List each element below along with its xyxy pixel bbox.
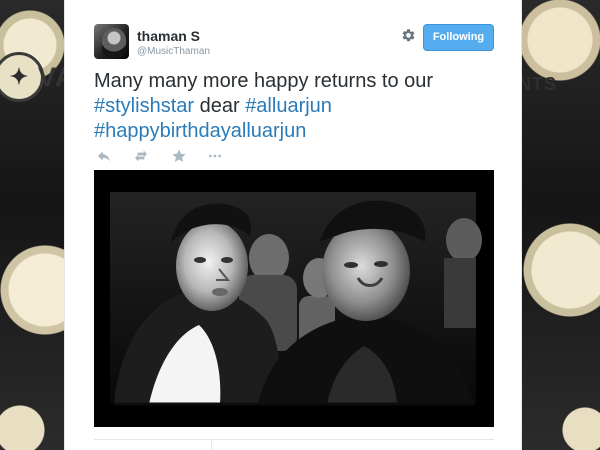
tweet-footer-column-divider xyxy=(211,440,212,450)
star-icon[interactable] xyxy=(170,148,188,164)
tweet-actions xyxy=(95,148,230,164)
retweet-icon[interactable] xyxy=(132,148,150,164)
tweet-text-middle: dear xyxy=(194,95,246,117)
more-icon[interactable] xyxy=(206,148,224,164)
tweet-card: thaman S @MusicThaman Following Many man… xyxy=(64,0,522,450)
tweet-photo[interactable] xyxy=(94,170,494,427)
tweet-text: Many many more happy returns to our #sty… xyxy=(94,69,484,144)
author-avatar[interactable] xyxy=(94,24,129,59)
hashtag-stylishstar-link[interactable]: #stylishstar xyxy=(94,95,194,117)
tweet-text-intro: Many many more happy returns to our xyxy=(94,70,434,92)
tweet-footer-divider xyxy=(94,439,494,440)
screenshot-stage: ✦ VA NTS thaman S @MusicThaman Following… xyxy=(0,0,600,450)
author-name[interactable]: thaman S xyxy=(137,28,200,44)
gear-icon[interactable] xyxy=(401,28,416,43)
hashtag-alluarjun-link[interactable]: #alluarjun xyxy=(245,95,332,117)
hashtag-happybirthdayalluarjun-link[interactable]: #happybirthdayalluarjun xyxy=(94,120,306,142)
reply-icon[interactable] xyxy=(95,148,113,164)
avatar-person-icon xyxy=(102,28,126,57)
author-handle[interactable]: @MusicThaman xyxy=(137,46,210,57)
following-button[interactable]: Following xyxy=(423,24,494,51)
background-brand-text-right: NTS xyxy=(518,74,557,94)
